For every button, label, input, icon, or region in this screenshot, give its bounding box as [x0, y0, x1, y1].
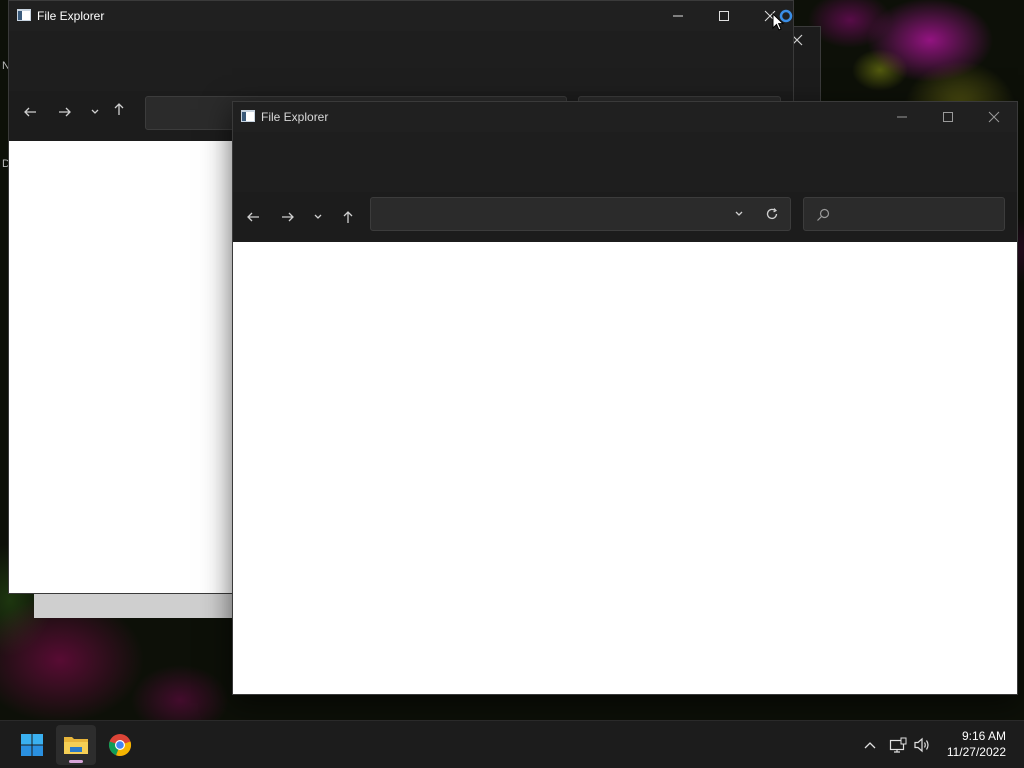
window-title: File Explorer [37, 9, 105, 23]
start-button[interactable] [12, 725, 52, 765]
close-icon [988, 111, 1000, 123]
maximize-icon [943, 112, 953, 122]
chevron-down-icon [735, 211, 743, 216]
back-button[interactable] [240, 204, 266, 230]
back-button[interactable] [17, 99, 43, 125]
minimize-icon [673, 15, 683, 17]
network-icon [889, 737, 907, 753]
taskbar-file-explorer-button[interactable] [56, 725, 96, 765]
arrow-left-icon [24, 107, 36, 117]
mouse-pointer-icon [772, 13, 785, 31]
arrow-left-icon [247, 212, 259, 222]
arrow-up-icon [114, 103, 124, 115]
maximize-button[interactable] [701, 1, 747, 31]
command-bar [9, 31, 793, 91]
arrow-right-icon [59, 107, 71, 117]
volume-button[interactable] [912, 735, 932, 755]
file-explorer-app-icon [17, 9, 31, 21]
chevron-up-icon [864, 742, 876, 749]
file-list-area[interactable] [233, 242, 1017, 694]
up-button[interactable] [335, 204, 361, 230]
minimize-button[interactable] [655, 1, 701, 31]
show-hidden-icons-button[interactable] [860, 735, 880, 755]
forward-button[interactable] [275, 204, 301, 230]
refresh-button[interactable] [761, 204, 783, 224]
command-bar [233, 132, 1017, 192]
title-bar[interactable]: File Explorer [9, 1, 793, 31]
window-title: File Explorer [261, 110, 329, 124]
refresh-icon [766, 208, 778, 220]
recent-locations-button[interactable] [305, 204, 331, 230]
chevron-down-icon [91, 109, 99, 114]
close-button[interactable] [971, 102, 1017, 132]
windows-start-icon [21, 734, 43, 756]
maximize-button[interactable] [925, 102, 971, 132]
chevron-down-icon [314, 214, 322, 219]
search-box[interactable] [803, 197, 1005, 231]
title-bar[interactable]: File Explorer [233, 102, 1017, 132]
minimize-button[interactable] [879, 102, 925, 132]
background-window-fragment-bottom [34, 592, 234, 618]
system-clock[interactable]: 9:16 AM 11/27/2022 [947, 728, 1006, 760]
up-button[interactable] [106, 96, 132, 122]
volume-icon [914, 737, 929, 753]
network-button[interactable] [888, 735, 908, 755]
active-app-indicator [69, 760, 83, 763]
address-history-button[interactable] [729, 204, 749, 224]
taskbar-chrome-button[interactable] [100, 725, 140, 765]
arrow-right-icon [282, 212, 294, 222]
file-explorer-window-front[interactable]: File Explorer [232, 101, 1018, 695]
file-explorer-app-icon [241, 110, 255, 122]
navigation-bar [233, 192, 1017, 242]
chrome-icon [108, 734, 132, 756]
minimize-icon [897, 116, 907, 118]
maximize-icon [719, 11, 729, 21]
taskbar: 9:16 AM 11/27/2022 [0, 720, 1024, 768]
address-bar[interactable] [370, 197, 791, 231]
folder-icon [64, 737, 88, 754]
forward-button[interactable] [52, 99, 78, 125]
recent-locations-button[interactable] [82, 99, 108, 125]
clock-time: 9:16 AM [961, 729, 1006, 743]
search-icon [817, 208, 830, 221]
clock-date: 11/27/2022 [946, 745, 1006, 759]
arrow-up-icon [343, 211, 353, 223]
